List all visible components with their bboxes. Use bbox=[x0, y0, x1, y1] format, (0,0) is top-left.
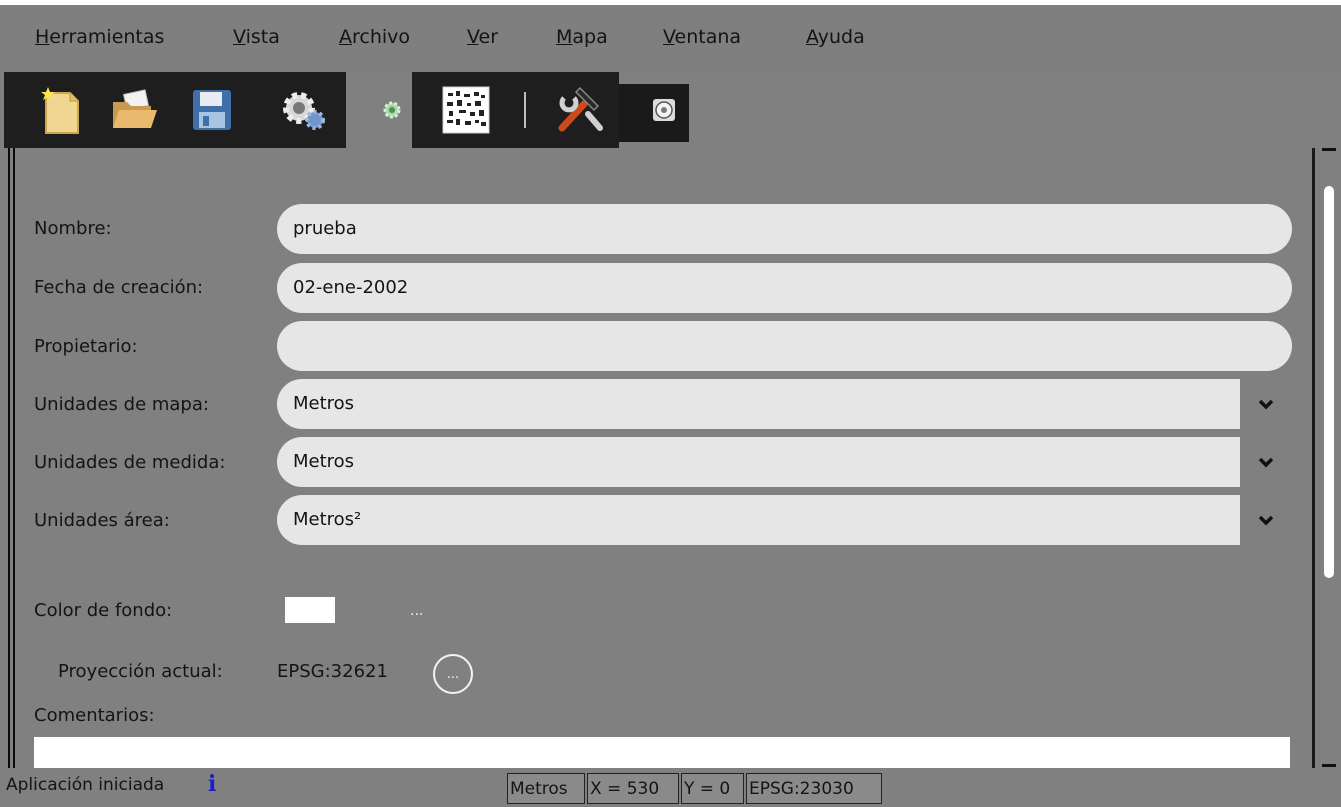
measure-units-label: Unidades de medida: bbox=[34, 452, 226, 473]
owner-field[interactable] bbox=[277, 321, 1292, 371]
map-units-select[interactable]: Metros bbox=[277, 379, 1240, 429]
bg-color-label: Color de fondo: bbox=[34, 600, 173, 621]
menu-herramientas-accel: H bbox=[35, 26, 50, 48]
window-top-edge bbox=[0, 0, 1341, 5]
projection-label: Proyección actual: bbox=[58, 661, 223, 682]
map-units-label: Unidades de mapa: bbox=[34, 394, 209, 415]
area-units-label: Unidades área: bbox=[34, 510, 170, 531]
chevron-down-icon[interactable] bbox=[1256, 452, 1276, 472]
vertical-scrollbar-thumb[interactable] bbox=[1324, 186, 1334, 578]
menu-mapa[interactable]: Mapa bbox=[556, 26, 608, 48]
info-icon[interactable]: i bbox=[208, 773, 216, 795]
window-frame-right bbox=[1312, 148, 1315, 768]
scrollbar-top-cap bbox=[1322, 148, 1336, 151]
menu-mapa-accel: M bbox=[556, 26, 573, 48]
status-y-coordinate: Y = 0 bbox=[681, 773, 744, 804]
measure-units-select[interactable]: Metros bbox=[277, 437, 1240, 487]
menu-mapa-rest: apa bbox=[572, 26, 608, 48]
menu-ventana[interactable]: Ventana bbox=[663, 26, 741, 48]
menu-ver-rest: er bbox=[478, 26, 499, 48]
open-folder-icon[interactable] bbox=[106, 80, 162, 140]
status-units: Metros bbox=[507, 773, 585, 804]
menu-vista-rest: ista bbox=[245, 26, 280, 48]
date-label: Fecha de creación: bbox=[34, 277, 204, 298]
status-x-coordinate: X = 530 bbox=[587, 773, 679, 804]
projection-value: EPSG:32621 bbox=[277, 661, 388, 682]
projection-change-button[interactable]: ... bbox=[433, 654, 473, 694]
menu-ayuda-rest: yuda bbox=[817, 26, 865, 48]
menu-archivo-rest: rchivo bbox=[352, 26, 411, 48]
name-field[interactable]: prueba bbox=[277, 204, 1292, 254]
preferences-gear-icon[interactable] bbox=[276, 80, 332, 140]
options-disc-icon[interactable] bbox=[636, 80, 692, 140]
menu-ventana-rest: entana bbox=[674, 26, 742, 48]
menu-bar: Herramientas Vista Archivo Ver Mapa Vent… bbox=[0, 0, 1341, 72]
menu-vista-accel: V bbox=[233, 26, 246, 48]
menu-ver-accel: V bbox=[467, 26, 479, 48]
menu-ayuda-accel: A bbox=[806, 26, 818, 48]
window-frame-left-inner bbox=[13, 148, 15, 768]
menu-ventana-accel: V bbox=[663, 26, 675, 48]
owner-label: Propietario: bbox=[34, 336, 138, 357]
menu-archivo[interactable]: Archivo bbox=[339, 26, 410, 48]
toolbar-separator bbox=[524, 92, 526, 128]
bg-color-swatch[interactable] bbox=[285, 597, 335, 623]
menu-herramientas[interactable]: Herramientas bbox=[35, 26, 164, 48]
menu-ver[interactable]: Ver bbox=[467, 26, 498, 48]
new-document-icon[interactable] bbox=[34, 80, 90, 140]
save-icon[interactable] bbox=[184, 80, 240, 140]
tools-icon[interactable] bbox=[552, 80, 608, 140]
window-frame-left-outer bbox=[8, 148, 10, 768]
locator-map-icon[interactable] bbox=[438, 80, 494, 140]
comments-label: Comentarios: bbox=[34, 705, 155, 726]
comments-textarea[interactable] bbox=[34, 737, 1290, 768]
chevron-down-icon[interactable] bbox=[1256, 510, 1276, 530]
name-label: Nombre: bbox=[34, 218, 112, 239]
scrollbar-bottom-cap bbox=[1322, 764, 1336, 767]
menu-herramientas-rest: erramientas bbox=[49, 26, 165, 48]
area-units-select[interactable]: Metros² bbox=[277, 495, 1240, 545]
menu-vista[interactable]: Vista bbox=[233, 26, 280, 48]
status-crs: EPSG:23030 bbox=[746, 773, 882, 804]
status-message: Aplicación iniciada bbox=[6, 775, 165, 795]
toolbar bbox=[4, 72, 694, 148]
date-field[interactable]: 02-ene-2002 bbox=[277, 263, 1292, 313]
menu-ayuda[interactable]: Ayuda bbox=[806, 26, 865, 48]
menu-archivo-accel: A bbox=[339, 26, 352, 48]
bg-color-more-button[interactable]: ... bbox=[410, 603, 423, 619]
chevron-down-icon[interactable] bbox=[1256, 394, 1276, 414]
small-gear-icon[interactable] bbox=[364, 80, 420, 140]
